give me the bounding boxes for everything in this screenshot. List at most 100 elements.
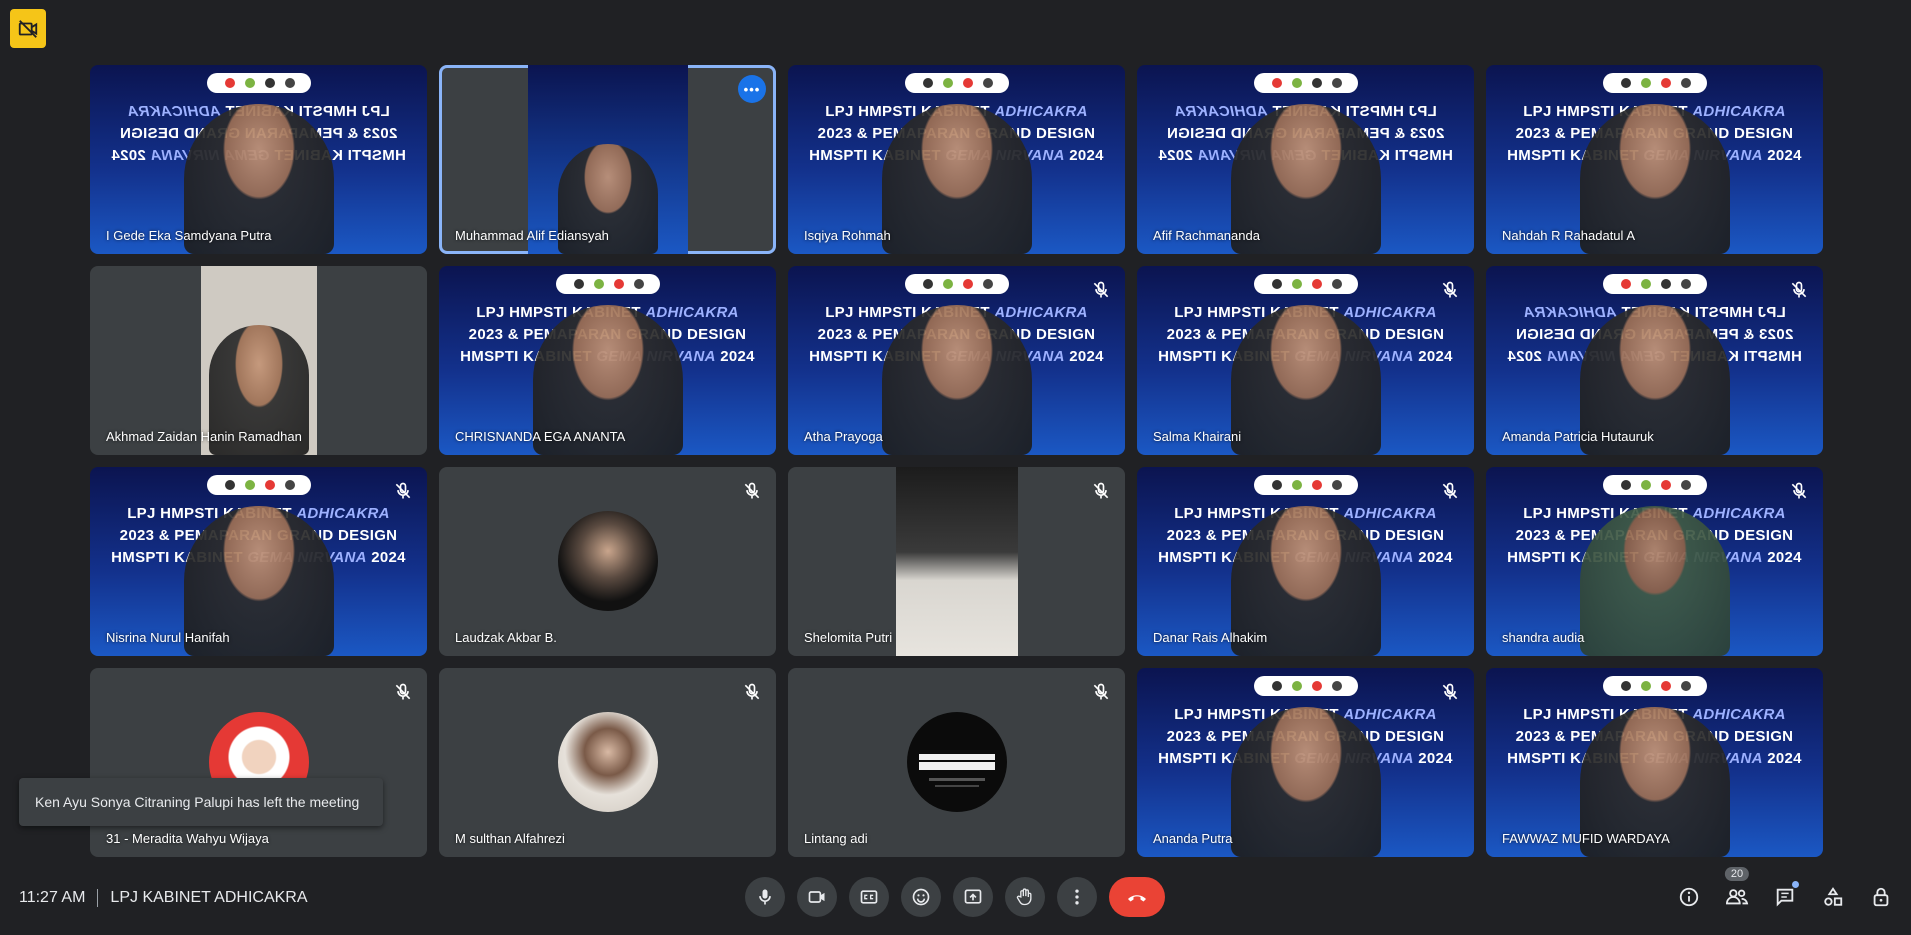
participant-video: [1230, 305, 1381, 455]
captions-button[interactable]: [849, 877, 889, 917]
participant-name: I Gede Eka Samdyana Putra: [106, 228, 272, 243]
activities-icon: [1822, 886, 1844, 908]
camera-button[interactable]: [797, 877, 837, 917]
mic-off-icon: [1091, 280, 1111, 300]
participant-name: Salma Khairani: [1153, 429, 1242, 444]
participant-tile[interactable]: LPJ HMPSTI KABINET ADHICAKRA 2023 & PEMA…: [90, 467, 427, 656]
participant-grid: LPJ HMPSTI KABINET ADHICAKRA 2023 & PEMA…: [90, 65, 1823, 857]
mic-off-icon: [393, 481, 413, 501]
participant-tile[interactable]: LPJ HMPSTI KABINET ADHICAKRA 2023 & PEMA…: [1486, 266, 1823, 455]
camera-icon: [807, 887, 827, 907]
participant-name: Akhmad Zaidan Hanin Ramadhan: [106, 429, 302, 444]
participant-tile[interactable]: LPJ HMPSTI KABINET ADHICAKRA 2023 & PEMA…: [1137, 266, 1474, 455]
recording-indicator[interactable]: [10, 9, 46, 48]
chat-icon: [1774, 886, 1796, 908]
activities-button[interactable]: [1813, 877, 1853, 917]
avatar: [557, 511, 658, 611]
mic-off-icon: [1440, 481, 1460, 501]
call-controls: [745, 877, 1165, 917]
participant-tile[interactable]: LPJ HMPSTI KABINET ADHICAKRA 2023 & PEMA…: [1486, 467, 1823, 656]
participant-video: [881, 305, 1032, 455]
meeting-title: LPJ KABINET ADHICAKRA: [110, 889, 308, 906]
mic-off-icon: [1091, 481, 1111, 501]
participant-name: Muhammad Alif Ediansyah: [455, 228, 609, 243]
participant-tile[interactable]: LPJ HMPSTI KABINET ADHICAKRA 2023 & PEMA…: [1137, 668, 1474, 857]
logos: [1253, 676, 1358, 696]
emoji-button[interactable]: [901, 877, 941, 917]
participant-name: 31 - Meradita Wahyu Wijaya: [106, 831, 269, 846]
host-controls-button[interactable]: [1861, 877, 1901, 917]
participant-tile[interactable]: Akhmad Zaidan Hanin Ramadhan: [90, 266, 427, 455]
more-options-icon: [1067, 887, 1087, 907]
participant-tile[interactable]: LPJ HMPSTI KABINET ADHICAKRA 2023 & PEMA…: [1486, 668, 1823, 857]
raise-hand-icon: [1015, 887, 1035, 907]
participant-tile[interactable]: 31 - Meradita Wahyu Wijaya: [90, 668, 427, 857]
logos: [206, 73, 311, 93]
participant-name: M sulthan Alfahrezi: [455, 831, 565, 846]
participant-name: FAWWAZ MUFID WARDAYA: [1502, 831, 1670, 846]
participant-count-badge: 20: [1724, 867, 1750, 881]
chat-button[interactable]: [1765, 877, 1805, 917]
more-options-button[interactable]: •••: [738, 75, 766, 103]
logos: [1602, 73, 1707, 93]
microphone-button[interactable]: [745, 877, 785, 917]
captions-icon: [859, 887, 879, 907]
participant-video: [1230, 707, 1381, 857]
participant-name: CHRISNANDA EGA ANANTA: [455, 429, 626, 444]
divider: [97, 889, 99, 907]
notification-toast: Ken Ayu Sonya Citraning Palupi has left …: [19, 778, 383, 826]
present-button[interactable]: [953, 877, 993, 917]
participant-tile[interactable]: LPJ HMPSTI KABINET ADHICAKRA 2023 & PEMA…: [1486, 65, 1823, 254]
participant-name: Shelomita Putri: [804, 630, 893, 645]
participant-tile[interactable]: Lintang adi: [788, 668, 1125, 857]
participant-video: [1579, 506, 1730, 656]
emoji-icon: [911, 887, 931, 907]
raise-hand-button[interactable]: [1005, 877, 1045, 917]
participant-tile[interactable]: LPJ HMPSTI KABINET ADHICAKRA 2023 & PEMA…: [788, 65, 1125, 254]
mic-off-icon: [1789, 481, 1809, 501]
mic-off-icon: [1789, 280, 1809, 300]
people-button[interactable]: 20: [1717, 867, 1757, 917]
new-message-indicator: [1792, 881, 1799, 888]
mic-off-icon: [393, 682, 413, 702]
present-icon: [963, 887, 983, 907]
participant-name: Amanda Patricia Hutauruk: [1502, 429, 1654, 444]
logos: [555, 274, 660, 294]
logos: [1253, 274, 1358, 294]
participant-video: [895, 467, 1018, 656]
participant-tile[interactable]: Laudzak Akbar B.: [439, 467, 776, 656]
participant-tile[interactable]: Shelomita Putri: [788, 467, 1125, 656]
participant-tile[interactable]: M sulthan Alfahrezi: [439, 668, 776, 857]
avatar: [557, 712, 658, 812]
host-controls-icon: [1870, 886, 1892, 908]
logos: [1602, 676, 1707, 696]
logos: [206, 475, 311, 495]
more-options-icon: •••: [743, 81, 761, 97]
participant-tile[interactable]: LPJ HMPSTI KABINET ADHICAKRA 2023 & PEMA…: [90, 65, 427, 254]
mic-off-icon: [1440, 682, 1460, 702]
participant-tile[interactable]: LPJ HMPSTI KABINET ADHICAKRA 2023 & PEMA…: [1137, 467, 1474, 656]
participant-name: Isqiya Rohmah: [804, 228, 891, 243]
mic-off-icon: [1440, 280, 1460, 300]
participant-tile[interactable]: LPJ HMPSTI KABINET ADHICAKRA 2023 & PEMA…: [439, 266, 776, 455]
toast-message: Ken Ayu Sonya Citraning Palupi has left …: [35, 794, 360, 810]
participant-name: Nahdah R Rahadatul A: [1502, 228, 1635, 243]
info-icon: [1678, 886, 1700, 908]
participant-video: [881, 104, 1032, 254]
more-options-button[interactable]: [1057, 877, 1097, 917]
leave-call-button[interactable]: [1109, 877, 1165, 917]
participant-tile[interactable]: LPJ HMPSTI KABINET ADHICAKRA 2023 & PEMA…: [788, 266, 1125, 455]
avatar: [906, 712, 1007, 812]
meeting-details-button[interactable]: [1669, 877, 1709, 917]
participant-name: Danar Rais Alhakim: [1153, 630, 1268, 645]
logos: [904, 73, 1009, 93]
participant-tile-active[interactable]: ••• Muhammad Alif Ediansyah: [439, 65, 776, 254]
participant-name: Lintang adi: [804, 831, 868, 846]
meeting-info: 11:27 AM LPJ KABINET ADHICAKRA: [19, 888, 308, 908]
mic-icon: [755, 887, 775, 907]
participant-name: Laudzak Akbar B.: [455, 630, 557, 645]
logos: [1253, 475, 1358, 495]
meeting-time: 11:27 AM: [19, 889, 86, 906]
mic-off-icon: [742, 481, 762, 501]
participant-tile[interactable]: LPJ HMPSTI KABINET ADHICAKRA 2023 & PEMA…: [1137, 65, 1474, 254]
